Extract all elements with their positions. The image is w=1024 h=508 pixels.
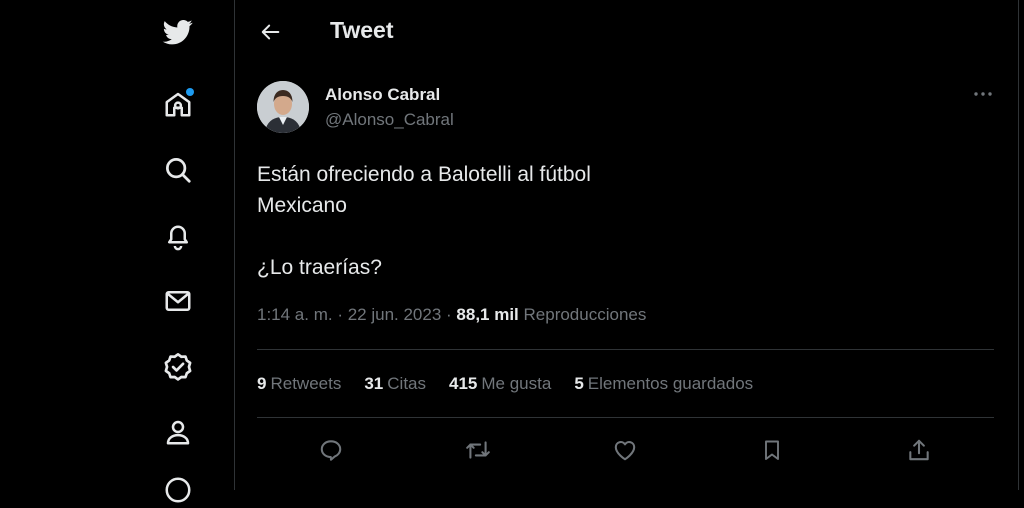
- tweet-meta: 1:14 a. m. · 22 jun. 2023 · 88,1 mil Rep…: [257, 305, 646, 325]
- author-name[interactable]: Alonso Cabral: [325, 85, 440, 105]
- verified-icon[interactable]: [160, 349, 196, 385]
- views-label: Reproducciones: [518, 305, 647, 324]
- profile-icon[interactable]: [160, 414, 196, 450]
- back-arrow-icon: [261, 24, 280, 40]
- notification-dot: [186, 88, 194, 96]
- likes-count: 415: [449, 374, 478, 393]
- likes-label: Me gusta: [481, 374, 552, 393]
- home-icon[interactable]: [160, 86, 196, 122]
- back-button[interactable]: [255, 16, 287, 48]
- quotes-stat[interactable]: 31 Citas: [364, 374, 426, 394]
- sidebar: [0, 0, 234, 503]
- retweet-icon: [466, 441, 490, 459]
- views-count: 88,1 mil: [456, 305, 519, 324]
- retweets-count: 9: [257, 374, 267, 393]
- more-options-button[interactable]: [970, 84, 996, 104]
- share-icon: [909, 439, 929, 461]
- retweets-label: Retweets: [270, 374, 342, 393]
- bookmarks-stat[interactable]: 5 Elementos guardados: [574, 374, 753, 394]
- more-dots-icon: [974, 92, 992, 96]
- divider: [257, 349, 994, 350]
- retweet-button[interactable]: [458, 430, 498, 470]
- bookmark-button[interactable]: [752, 430, 792, 470]
- retweets-stat[interactable]: 9 Retweets: [257, 374, 341, 394]
- right-divider: [1018, 0, 1019, 490]
- bookmarks-count: 5: [574, 374, 584, 393]
- quotes-label: Citas: [387, 374, 426, 393]
- tweet-text: Están ofreciendo a Balotelli al fútbol M…: [257, 163, 591, 279]
- tweet-stats: 9 Retweets 31 Citas 415 Me gusta 5 Elementos gu…: [257, 374, 776, 394]
- tweet-timestamp[interactable]: 1:14 a. m. · 22 jun. 2023 ·: [257, 305, 456, 324]
- more-circle-icon[interactable]: [160, 472, 196, 508]
- search-icon[interactable]: [160, 152, 196, 188]
- tweet-detail-panel: Tweet Alonso Cabral @Alonso_Cabral Están…: [235, 0, 1018, 490]
- share-button[interactable]: [899, 430, 939, 470]
- reply-button[interactable]: [311, 430, 351, 470]
- page-title: Tweet: [330, 17, 394, 43]
- bookmarks-label: Elementos guardados: [587, 374, 754, 393]
- bell-icon[interactable]: [160, 218, 196, 254]
- like-button[interactable]: [605, 430, 645, 470]
- bookmark-icon: [765, 440, 779, 460]
- twitter-bird-icon[interactable]: [160, 14, 196, 50]
- divider: [257, 417, 994, 418]
- mail-icon[interactable]: [160, 283, 196, 319]
- avatar[interactable]: [257, 81, 309, 133]
- heart-icon: [614, 441, 636, 461]
- author-handle[interactable]: @Alonso_Cabral: [325, 110, 454, 130]
- quotes-count: 31: [364, 374, 384, 393]
- reply-icon: [320, 440, 342, 461]
- likes-stat[interactable]: 415 Me gusta: [449, 374, 551, 394]
